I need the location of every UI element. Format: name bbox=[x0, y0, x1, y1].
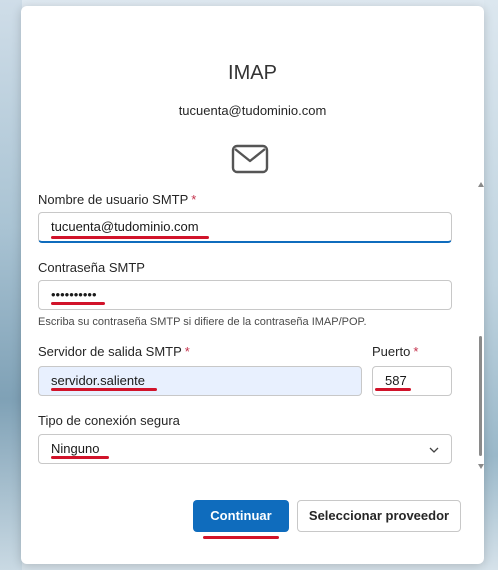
required-mark: * bbox=[191, 192, 197, 207]
dialog-title: IMAP bbox=[228, 62, 277, 84]
connection-type-select[interactable]: Ninguno bbox=[38, 434, 452, 464]
smtp-server-input[interactable]: servidor.saliente bbox=[38, 366, 362, 396]
smtp-server-value: servidor.saliente bbox=[51, 373, 145, 388]
port-input[interactable]: 587 bbox=[372, 366, 452, 396]
annotation-underline bbox=[51, 302, 105, 305]
smtp-server-label: Servidor de salida SMTP * bbox=[38, 344, 190, 359]
mail-envelope-icon bbox=[231, 144, 269, 174]
smtp-username-value: tucuenta@tudominio.com bbox=[51, 219, 199, 234]
scroll-down-arrow-icon[interactable] bbox=[478, 464, 484, 469]
connection-type-value: Ninguno bbox=[51, 441, 100, 456]
annotation-underline bbox=[375, 388, 411, 391]
imap-settings-dialog: IMAP tucuenta@tudominio.com Nombre de us… bbox=[21, 6, 484, 564]
connection-type-label: Tipo de conexión segura bbox=[38, 413, 180, 428]
scrollbar-thumb[interactable] bbox=[479, 336, 482, 456]
port-label: Puerto * bbox=[372, 344, 419, 359]
wallpaper-left bbox=[0, 0, 22, 570]
required-mark: * bbox=[413, 344, 419, 359]
smtp-password-input[interactable]: •••••••••• bbox=[38, 280, 452, 310]
required-mark: * bbox=[184, 344, 190, 359]
smtp-username-label: Nombre de usuario SMTP * bbox=[38, 192, 197, 207]
scroll-up-arrow-icon[interactable] bbox=[478, 182, 484, 187]
chevron-down-icon bbox=[429, 447, 439, 453]
annotation-underline bbox=[51, 456, 109, 459]
annotation-underline bbox=[203, 536, 279, 539]
annotation-underline bbox=[51, 236, 209, 239]
smtp-password-hint: Escriba su contraseña SMTP si difiere de… bbox=[38, 316, 367, 328]
account-email: tucuenta@tudominio.com bbox=[178, 103, 327, 118]
smtp-password-value: •••••••••• bbox=[51, 287, 97, 302]
annotation-underline bbox=[51, 388, 157, 391]
wallpaper-right bbox=[484, 0, 498, 570]
continue-button[interactable]: Continuar bbox=[193, 500, 289, 532]
port-value: 587 bbox=[385, 373, 407, 388]
smtp-password-label: Contraseña SMTP bbox=[38, 260, 145, 275]
select-provider-button[interactable]: Seleccionar proveedor bbox=[297, 500, 461, 532]
